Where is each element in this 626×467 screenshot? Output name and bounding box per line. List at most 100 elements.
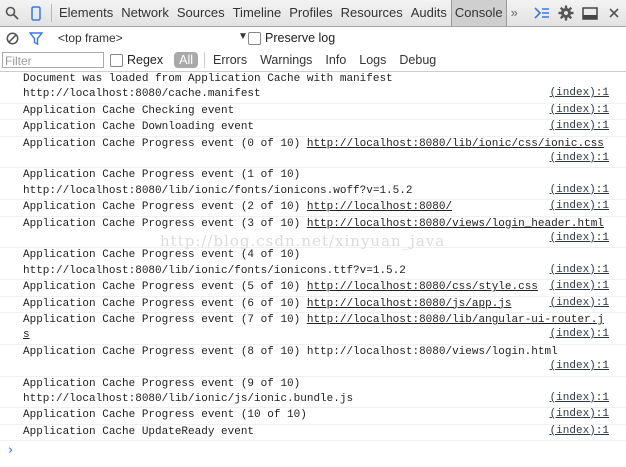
source-link[interactable]: (index):1 — [550, 199, 609, 214]
message-text: Application Cache Progress event (4 of 1… — [23, 249, 301, 262]
message-url-link[interactable]: http://localhost:8080/js/app.js — [307, 298, 512, 310]
level-logs-button[interactable]: Logs — [359, 53, 386, 67]
tab-network[interactable]: Network — [117, 0, 173, 26]
message-text: Application Cache Progress event (6 of 1… — [23, 297, 307, 310]
message-text: Application Cache Progress event (9 of 1… — [23, 377, 301, 390]
console-drawer-icon[interactable] — [530, 0, 554, 26]
console-message-text: Application Cache Progress event (7 of 1… — [23, 313, 608, 344]
console-messages: Document was loaded from Application Cac… — [0, 72, 626, 467]
source-link[interactable]: (index):1 — [550, 407, 609, 422]
devtools-tab-bar: Elements Network Sources Timeline Profil… — [0, 0, 626, 27]
more-tabs-button[interactable]: » — [507, 0, 522, 26]
message-text: Document was loaded from Application Cac… — [23, 73, 393, 85]
tab-console[interactable]: Console — [450, 0, 507, 26]
close-icon[interactable] — [602, 0, 626, 26]
frame-selector[interactable]: <top frame> ▼ — [58, 31, 248, 45]
console-message-text: Application Cache Progress event (8 of 1… — [23, 345, 608, 376]
message-text: Application Cache Progress event (10 of … — [23, 409, 307, 422]
message-text: Application Cache Progress event (1 of 1… — [23, 169, 301, 182]
device-mode-icon[interactable] — [24, 0, 48, 26]
source-link[interactable]: (index):1 — [550, 359, 609, 374]
console-message-text: Application Cache Progress event (10 of … — [23, 408, 608, 423]
console-message: Document was loaded from Application Cac… — [0, 72, 626, 104]
message-text: Application Cache Progress event (5 of 1… — [23, 281, 307, 294]
console-message: Application Cache Progress event (4 of 1… — [0, 248, 626, 281]
console-message: Application Cache UpdateReady event (inde… — [0, 424, 626, 442]
console-message-text: Application Cache Checking event — [23, 104, 608, 119]
source-link[interactable]: (index):1 — [550, 327, 609, 342]
filter-bar: Filter Regex All Errors Warnings Info Lo… — [0, 49, 626, 72]
console-message: Application Cache Progress event (9 of 1… — [0, 377, 626, 409]
preserve-log-label: Preserve log — [265, 31, 336, 45]
level-info-button[interactable]: Info — [325, 53, 346, 67]
preserve-log-checkbox[interactable] — [248, 31, 261, 45]
search-icon[interactable] — [0, 0, 24, 26]
tab-sources[interactable]: Sources — [173, 0, 229, 26]
message-text: Application Cache Checking event — [23, 104, 235, 117]
source-link[interactable]: (index):1 — [550, 263, 609, 278]
console-toolbar: <top frame> ▼ Preserve log — [0, 27, 626, 50]
chevron-down-icon: ▼ — [238, 31, 248, 42]
filter-icon[interactable] — [24, 25, 48, 51]
level-all-button[interactable]: All — [174, 52, 199, 68]
message-text: Application Cache UpdateReady event — [23, 425, 255, 438]
console-message-text: Application Cache Progress event (9 of 1… — [23, 377, 608, 408]
console-message: Application Cache Progress event (1 of 1… — [0, 168, 626, 201]
tab-resources[interactable]: Resources — [337, 0, 407, 26]
console-message-text: Application Cache Progress event (6 of 1… — [23, 297, 608, 312]
console-message-text: Application Cache Progress event (0 of 1… — [23, 137, 608, 168]
tab-audits[interactable]: Audits — [407, 0, 451, 26]
console-message-text: Application Cache UpdateReady event — [23, 425, 608, 440]
regex-checkbox[interactable] — [110, 53, 123, 67]
message-text: Application Cache Progress event (0 of 1… — [23, 137, 307, 150]
source-link[interactable]: (index):1 — [550, 424, 609, 439]
console-message: Application Cache Progress event (10 of … — [0, 407, 626, 425]
console-message: Application Cache Downloading event (inde… — [0, 119, 626, 137]
message-text: Application Cache Progress event (7 of 1… — [23, 314, 307, 327]
level-errors-button[interactable]: Errors — [213, 53, 247, 67]
console-message-text: Application Cache Progress event (1 of 1… — [23, 168, 608, 199]
tab-elements[interactable]: Elements — [55, 0, 117, 26]
source-link[interactable]: (index):1 — [550, 103, 609, 118]
message-url-text: http://localhost:8080/lib/ionic/fonts/io… — [23, 184, 413, 197]
message-text: Application Cache Progress event (3 of 1… — [23, 217, 307, 230]
source-link[interactable]: (index):1 — [550, 119, 609, 134]
message-url-link[interactable]: http://localhost:8080/css/style.css — [307, 281, 538, 293]
filter-input[interactable]: Filter — [2, 52, 104, 68]
console-message: Application Cache Progress event (6 of 1… — [0, 296, 626, 314]
console-message-text: Application Cache Progress event (4 of 1… — [23, 248, 608, 279]
level-debug-button[interactable]: Debug — [399, 53, 436, 67]
message-url-link[interactable]: http://localhost:8080/lib/ionic/css/ioni… — [307, 138, 604, 150]
console-message-text: Application Cache Downloading event — [23, 120, 608, 135]
message-text: Application Cache Progress event (8 of 1… — [23, 345, 558, 358]
frame-selector-label: <top frame> — [58, 31, 123, 45]
console-message-text: Application Cache Progress event (2 of 1… — [23, 200, 608, 215]
clear-console-icon[interactable] — [0, 25, 24, 51]
source-link[interactable]: (index):1 — [550, 279, 609, 294]
gear-icon[interactable] — [554, 0, 578, 26]
message-url-text: http://localhost:8080/lib/ionic/fonts/io… — [23, 264, 406, 277]
source-link[interactable]: (index):1 — [550, 296, 609, 311]
regex-label: Regex — [127, 53, 164, 67]
console-message: Application Cache Progress event (0 of 1… — [0, 137, 626, 169]
source-link[interactable]: (index):1 — [550, 391, 609, 406]
level-warnings-button[interactable]: Warnings — [260, 53, 312, 67]
source-link[interactable]: (index):1 — [550, 183, 609, 198]
console-message: Application Cache Progress event (3 of 1… — [0, 217, 626, 249]
message-text: Application Cache Progress event (2 of 1… — [23, 201, 307, 214]
console-prompt[interactable]: › — [8, 443, 626, 458]
source-link[interactable]: (index):1 — [550, 86, 609, 101]
console-message: Application Cache Progress event (8 of 1… — [0, 345, 626, 377]
source-line-spacer — [23, 152, 608, 167]
console-message-text: Document was loaded from Application Cac… — [23, 72, 608, 103]
message-url-link[interactable]: http://localhost:8080/ — [307, 201, 452, 213]
console-message-text: Application Cache Progress event (3 of 1… — [23, 217, 608, 248]
source-link[interactable]: (index):1 — [550, 151, 609, 166]
source-line-spacer — [23, 232, 608, 247]
dock-side-icon[interactable] — [578, 0, 602, 26]
message-url-link[interactable]: http://localhost:8080/views/login_header… — [307, 218, 604, 230]
tab-profiles[interactable]: Profiles — [285, 0, 336, 26]
tab-timeline[interactable]: Timeline — [229, 0, 286, 26]
console-message: Application Cache Progress event (2 of 1… — [0, 199, 626, 217]
source-link[interactable]: (index):1 — [550, 231, 609, 246]
